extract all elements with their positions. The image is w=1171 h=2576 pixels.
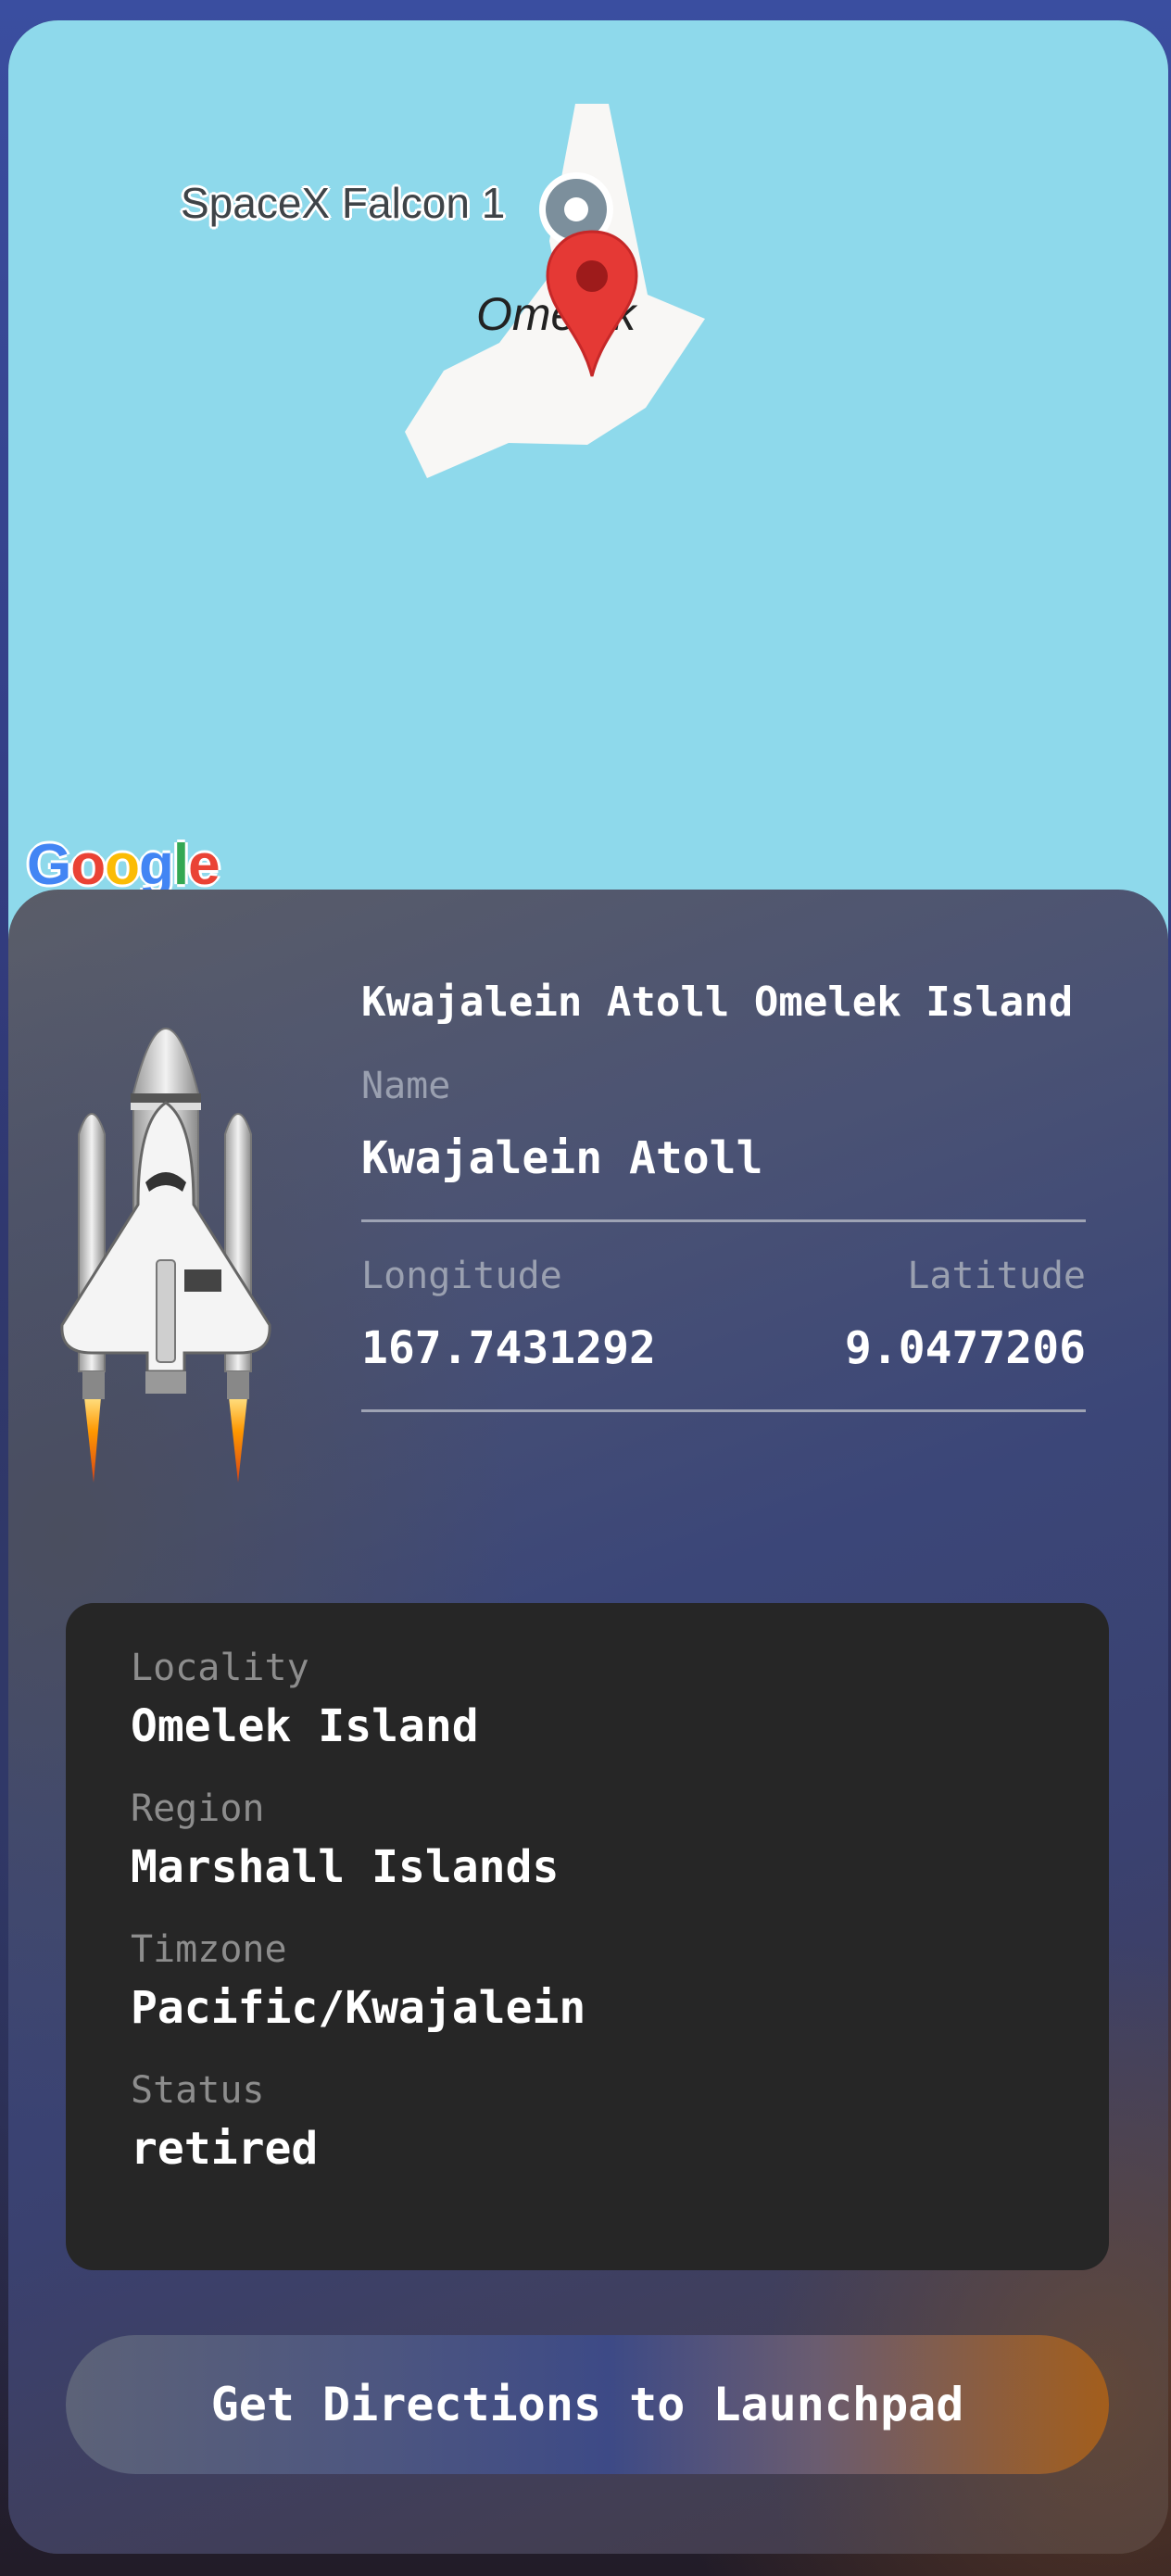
name-label: Name (361, 1065, 451, 1107)
google-logo: Google (27, 833, 220, 897)
details-sheet: Kwajalein Atoll Omelek Island Name Kwaja… (8, 890, 1168, 2554)
latitude-value: 9.0477206 (844, 1322, 1086, 1374)
launchpad-name: Kwajalein Atoll (361, 1132, 763, 1184)
region-label: Region (131, 1787, 265, 1830)
launchpad-card: SpaceX Falcon 1 Omelek Google Kwajalein … (8, 20, 1168, 2554)
coordinates-values: 167.7431292 9.0477206 (361, 1313, 1086, 1383)
space-shuttle-icon (60, 1028, 271, 1483)
longitude-label: Longitude (361, 1255, 562, 1297)
status-label: Status (131, 2069, 265, 2112)
launchpad-full-name: Kwajalein Atoll Omelek Island (361, 979, 1074, 1026)
longitude-value: 167.7431292 (361, 1322, 656, 1374)
launchpad-info: Kwajalein Atoll Omelek Island Name Kwaja… (361, 964, 1086, 1412)
locality-label: Locality (131, 1647, 309, 1689)
coordinates-labels: Longitude Latitude (361, 1248, 1086, 1304)
island-shape (405, 104, 705, 478)
timezone-label: Timzone (131, 1928, 287, 1971)
divider (361, 1409, 1086, 1412)
map-pin-icon[interactable] (544, 228, 640, 378)
latitude-label: Latitude (907, 1255, 1086, 1297)
poi-label[interactable]: SpaceX Falcon 1 (181, 178, 505, 228)
timezone-value: Pacific/Kwajalein (131, 1982, 586, 2034)
locality-value: Omelek Island (131, 1700, 479, 1752)
get-directions-button[interactable]: Get Directions to Launchpad (66, 2335, 1109, 2474)
status-value: retired (131, 2123, 319, 2175)
details-panel: Locality Omelek Island Region Marshall I… (66, 1603, 1109, 2270)
region-value: Marshall Islands (131, 1841, 560, 1893)
map-view[interactable]: SpaceX Falcon 1 Omelek Google (8, 20, 1168, 947)
divider (361, 1219, 1086, 1222)
